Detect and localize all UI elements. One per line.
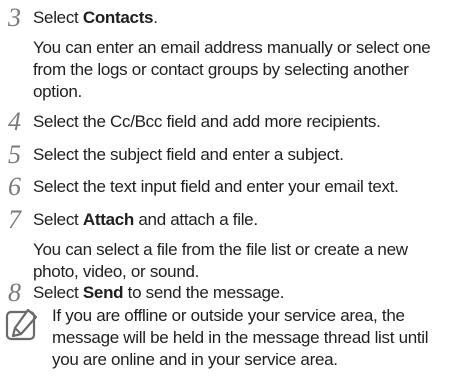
- instruction-text: Select the text input field and enter yo…: [33, 177, 399, 196]
- step-detail-line: You can select a file from the file list…: [33, 240, 408, 259]
- step-instruction: Select Contacts.: [33, 8, 158, 28]
- instruction-text: and attach a file.: [133, 210, 258, 229]
- instruction-text: to send the message.: [123, 283, 285, 302]
- step-instruction: Select the subject field and enter a sub…: [33, 145, 344, 165]
- instruction-text: Select: [33, 8, 83, 27]
- step-detail-line: from the logs or contact groups by selec…: [33, 60, 409, 79]
- instruction-text: Select the subject field and enter a sub…: [33, 145, 344, 164]
- note-line: message will be held in the message thre…: [52, 328, 429, 347]
- step-number: 5: [8, 140, 21, 169]
- step-instruction: Select Send to send the message.: [33, 283, 285, 303]
- note-pencil-icon: [5, 308, 38, 341]
- instruction-text: Select: [33, 210, 83, 229]
- step-instruction: Select the Cc/Bcc field and add more rec…: [33, 112, 381, 132]
- instruction-text: .: [153, 8, 158, 27]
- note-line: If you are offline or outside your servi…: [52, 306, 405, 325]
- ui-term: Attach: [82, 210, 134, 229]
- note-line: you are online and in your service area.: [52, 350, 338, 369]
- step-number: 7: [8, 205, 21, 234]
- step-number: 4: [8, 107, 21, 136]
- instruction-text: Select: [33, 283, 83, 302]
- step-instruction: Select Attach and attach a file.: [33, 210, 258, 230]
- step-number: 6: [8, 172, 21, 201]
- ui-term: Contacts: [82, 8, 154, 27]
- step-number: 8: [8, 278, 21, 307]
- instruction-text: Select the Cc/Bcc field and add more rec…: [33, 112, 381, 131]
- step-detail-line: option.: [33, 82, 82, 101]
- step-instruction: Select the text input field and enter yo…: [33, 177, 399, 197]
- step-detail-line: You can enter an email address manually …: [33, 38, 431, 57]
- step-number: 3: [8, 3, 21, 32]
- ui-term: Send: [82, 283, 124, 302]
- step-detail-line: photo, video, or sound.: [33, 262, 200, 281]
